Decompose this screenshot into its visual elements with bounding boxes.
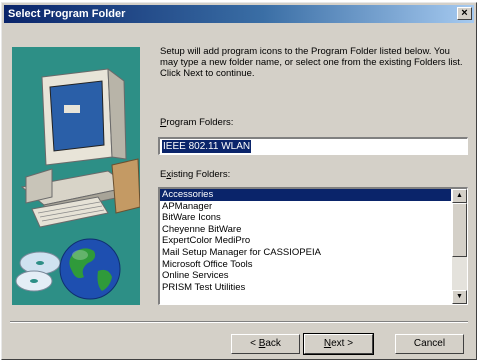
existing-folders-list[interactable]: Accessories APManager BitWare Icons Chey… [158, 187, 468, 305]
button-divider [10, 321, 468, 323]
scroll-thumb[interactable] [452, 203, 467, 257]
list-item[interactable]: Online Services [160, 270, 451, 282]
list-item[interactable]: Microsoft Office Tools [160, 259, 451, 271]
back-button-prefix: < [250, 338, 259, 349]
list-item[interactable]: Cheyenne BitWare [160, 224, 451, 236]
list-scrollbar[interactable]: ▲ ▼ [452, 189, 467, 304]
program-folder-input[interactable]: IEEE 802.11 WLAN [158, 137, 468, 155]
list-item[interactable]: ExpertColor MediPro [160, 235, 451, 247]
close-button[interactable]: × [457, 7, 472, 20]
scroll-down-button[interactable]: ▼ [452, 290, 467, 304]
back-button[interactable]: < Back [231, 334, 300, 354]
list-item[interactable]: Mail Setup Manager for CASSIOPEIA [160, 247, 451, 259]
scroll-up-button[interactable]: ▲ [452, 189, 467, 203]
next-button-rest: ext > [331, 338, 354, 349]
setup-illustration [12, 47, 140, 305]
select-program-folder-dialog: Select Program Folder × Setup will add p… [1, 2, 477, 360]
list-item[interactable]: BitWare Icons [160, 212, 451, 224]
back-button-rest: ack [265, 338, 281, 349]
intro-text: Setup will add program icons to the Prog… [160, 46, 463, 79]
list-item[interactable]: PRISM Test Utilities [160, 282, 451, 294]
next-button[interactable]: Next > [303, 333, 374, 355]
window-title: Select Program Folder [8, 8, 126, 20]
globe-icon [59, 238, 121, 300]
title-bar[interactable]: Select Program Folder × [4, 5, 474, 23]
list-item[interactable]: APManager [160, 201, 451, 213]
existing-folders-items: Accessories APManager BitWare Icons Chey… [160, 189, 451, 293]
cancel-button[interactable]: Cancel [395, 334, 464, 354]
existing-folders-label-rest: isting Folders: [171, 169, 231, 180]
program-folders-label: Program Folders: [160, 117, 233, 129]
list-item[interactable]: Accessories [160, 189, 451, 201]
existing-folders-label: Existing Folders: [160, 169, 230, 181]
program-folders-label-rest: rogram Folders: [166, 117, 234, 128]
program-folder-value: IEEE 802.11 WLAN [162, 140, 252, 153]
